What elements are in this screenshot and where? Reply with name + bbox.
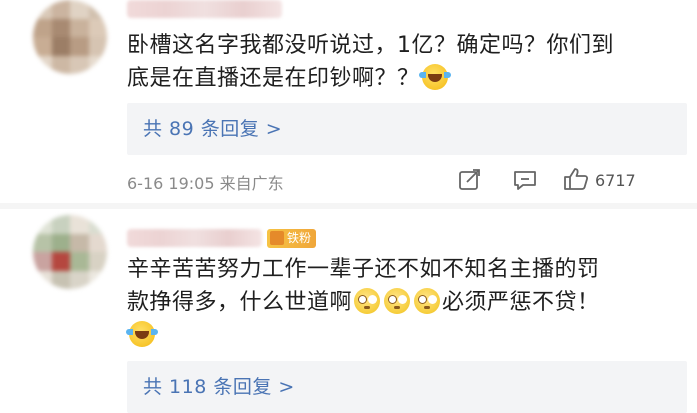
divider bbox=[0, 203, 697, 209]
comment-text-segment: 款挣得多，什么世道啊 bbox=[127, 290, 353, 315]
comment-text-segment: 必须严惩不贷！ bbox=[442, 290, 600, 315]
reply-count-label: 共 89 条回复 > bbox=[143, 118, 283, 140]
avatar[interactable] bbox=[33, 215, 107, 289]
username[interactable] bbox=[127, 0, 282, 18]
eye-roll-emoji-icon bbox=[354, 288, 381, 314]
comment-text: 卧槽这名字我都没听说过，1亿？确定吗？你们到 底是在直播还是在印钞啊？？ bbox=[127, 29, 687, 95]
comment-line: 辛辛苦苦努力工作一辈子还不如不知名主播的罚 bbox=[127, 257, 600, 282]
laugh-cry-emoji-icon bbox=[418, 64, 451, 90]
fan-badge: 铁粉 bbox=[267, 229, 317, 248]
comment-text: 辛辛苦苦努力工作一辈子还不如不知名主播的罚 款挣得多，什么世道啊 必须严惩不贷！ bbox=[126, 253, 687, 352]
share-icon[interactable] bbox=[458, 169, 482, 191]
comment-line: 卧槽这名字我都没听说过，1亿？确定吗？你们到 bbox=[127, 33, 614, 58]
like-count: 6717 bbox=[595, 171, 636, 190]
eye-roll-emoji-icon bbox=[384, 288, 411, 314]
comment-line bbox=[126, 319, 687, 352]
avatar[interactable] bbox=[33, 0, 107, 74]
comment-icon[interactable] bbox=[513, 169, 537, 191]
comment-meta: 6-16 19:05 来自广东 bbox=[127, 174, 284, 193]
reply-count-label: 共 118 条回复 > bbox=[143, 376, 295, 398]
comment-line: 款挣得多，什么世道啊 必须严惩不贷！ bbox=[127, 286, 687, 319]
username[interactable] bbox=[127, 229, 262, 247]
view-replies-button[interactable]: 共 118 条回复 > bbox=[127, 361, 687, 413]
fan-badge-label: 铁粉 bbox=[287, 231, 312, 245]
fan-badge-icon bbox=[270, 231, 284, 245]
laugh-cry-emoji-icon bbox=[126, 321, 158, 347]
comment-line: 底是在直播还是在印钞啊？？ bbox=[127, 62, 687, 95]
eye-roll-emoji-icon bbox=[414, 288, 441, 314]
view-replies-button[interactable]: 共 89 条回复 > bbox=[127, 103, 687, 155]
comment-text-segment: 底是在直播还是在印钞啊？？ bbox=[127, 66, 420, 91]
thumbs-up-icon[interactable] bbox=[563, 167, 589, 191]
